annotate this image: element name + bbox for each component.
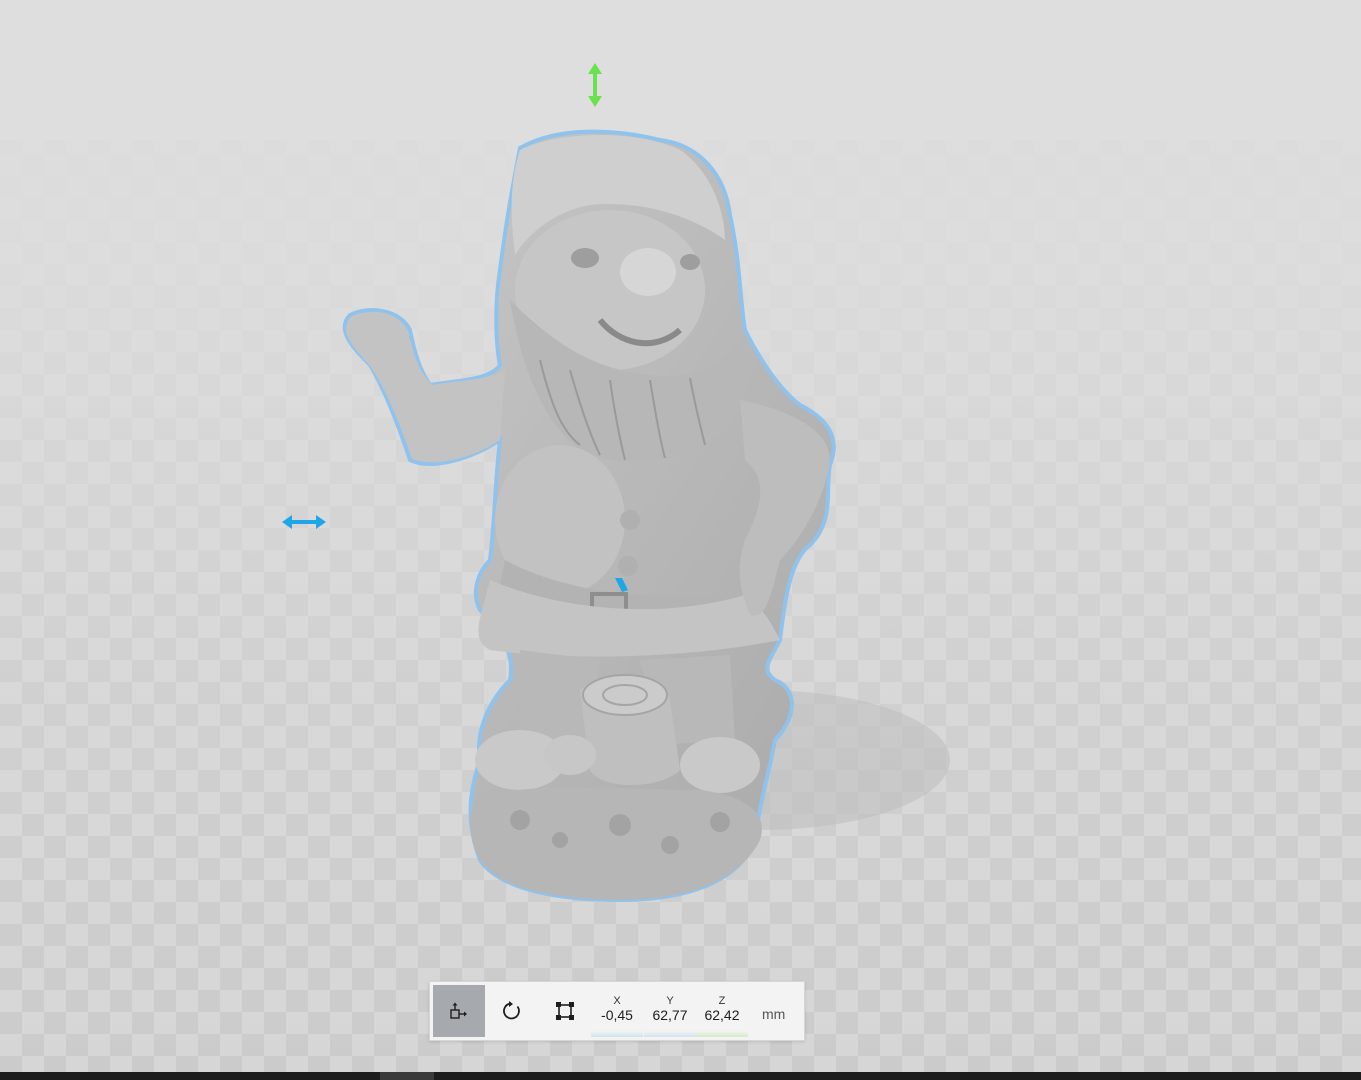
z-coordinate-input[interactable] bbox=[696, 1006, 748, 1024]
x-coordinate-underline bbox=[591, 1031, 643, 1037]
taskbar-active-item[interactable] bbox=[380, 1072, 434, 1080]
y-coordinate-input[interactable] bbox=[644, 1006, 696, 1024]
scene-canvas[interactable] bbox=[0, 0, 1361, 1072]
y-coordinate-underline bbox=[644, 1031, 696, 1037]
x-coordinate-group: X bbox=[591, 982, 643, 1040]
z-coordinate-group: Z bbox=[696, 982, 748, 1040]
z-coordinate-underline bbox=[696, 1031, 748, 1037]
x-coordinate-input[interactable] bbox=[591, 1006, 643, 1024]
taskbar bbox=[0, 1072, 1361, 1080]
unit-label: mm bbox=[762, 1006, 786, 1022]
y-coordinate-group: Y bbox=[644, 982, 696, 1040]
scale-tool-button[interactable] bbox=[539, 985, 591, 1037]
3d-viewport[interactable] bbox=[0, 0, 1361, 1072]
transform-toolbar: X Y Z mm bbox=[429, 981, 805, 1041]
move-icon bbox=[450, 1002, 467, 1019]
move-tool-button[interactable] bbox=[433, 985, 485, 1037]
rotate-tool-button[interactable] bbox=[486, 985, 538, 1037]
rotate-icon bbox=[503, 1001, 520, 1020]
scale-icon bbox=[556, 1002, 574, 1020]
